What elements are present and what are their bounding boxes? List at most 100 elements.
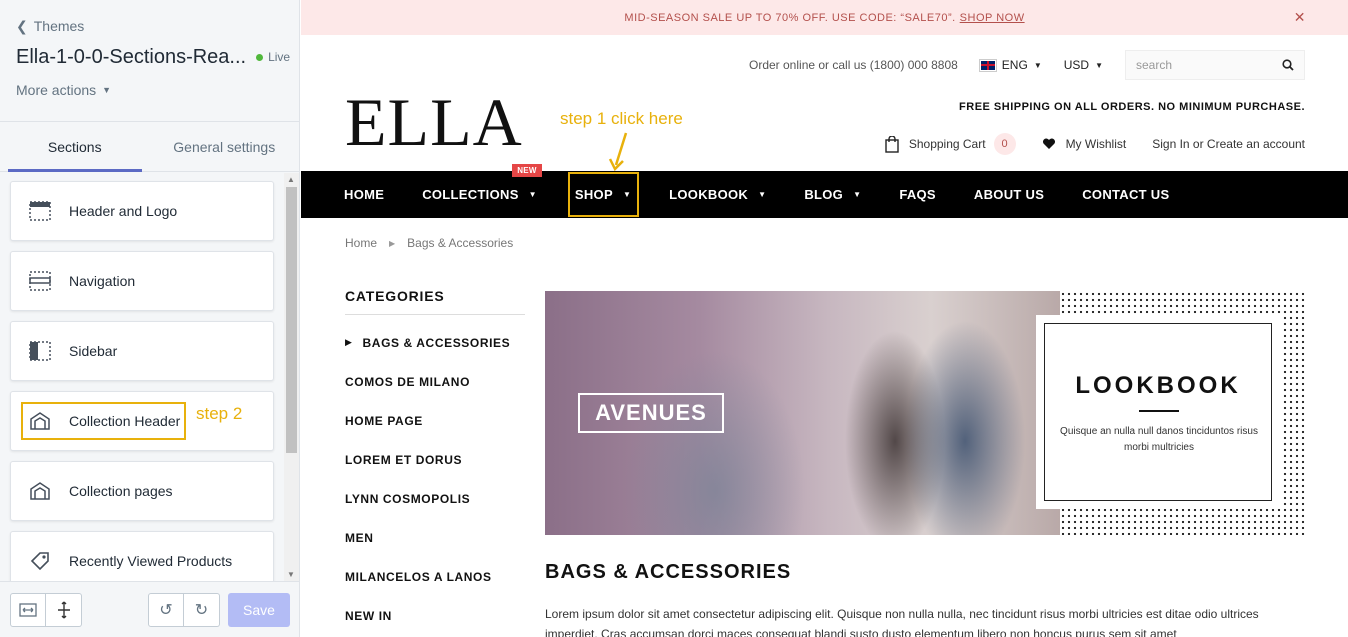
nav-label: LOOKBOOK — [669, 187, 749, 202]
live-label: Live — [268, 50, 291, 64]
nav-item-collections[interactable]: NEW COLLECTIONS ▼ — [422, 164, 542, 218]
section-item-label: Navigation — [69, 273, 136, 289]
caret-down-icon: ▼ — [758, 190, 767, 199]
live-badge: Live — [256, 50, 290, 64]
language-selector[interactable]: ENG ▼ — [978, 58, 1042, 72]
step1-arrow-icon — [608, 132, 628, 171]
header-icon — [29, 200, 51, 222]
back-to-themes-link[interactable]: ❮ Themes — [16, 16, 283, 36]
category-item[interactable]: ▶ BAGS & ACCESSORIES — [345, 336, 510, 375]
nav-item-home[interactable]: HOME — [344, 171, 384, 218]
live-dot-icon — [256, 53, 264, 61]
category-item[interactable]: HOME PAGE — [345, 414, 510, 453]
search-input[interactable]: search — [1125, 50, 1305, 80]
lookbook-title: LOOKBOOK — [1075, 372, 1241, 399]
more-actions-button[interactable]: More actions ▼ — [16, 82, 283, 98]
nav-item-faqs[interactable]: FAQS — [899, 171, 936, 218]
sidebar-header: ❮ Themes Ella-1-0-0-Sections-Rea... Live… — [0, 0, 299, 122]
step2-annotation: step 2 — [196, 404, 243, 423]
inspector-toggle-button[interactable] — [46, 592, 82, 627]
section-item-collection-pages[interactable]: Collection pages — [10, 461, 274, 521]
step1-annotation: step 1 click here — [560, 109, 683, 128]
navigation-icon — [29, 270, 51, 292]
search-placeholder: search — [1136, 58, 1173, 72]
scroll-down-icon[interactable]: ▼ — [287, 570, 295, 579]
nav-item-about-us[interactable]: ABOUT US — [974, 171, 1044, 218]
collection-description: Lorem ipsum dolor sit amet consectetur a… — [545, 607, 1259, 637]
scrollbar-thumb[interactable] — [286, 187, 297, 453]
shop-now-link[interactable]: SHOP NOW — [960, 12, 1025, 24]
account-row: Shopping Cart 0 My Wishlist Sign In or C… — [859, 133, 1305, 155]
wishlist-link[interactable]: My Wishlist — [1042, 137, 1127, 151]
sign-in-link[interactable]: Sign In or Create an account — [1152, 137, 1305, 151]
breadcrumb-home[interactable]: Home — [345, 236, 377, 250]
breadcrumb-current: Bags & Accessories — [407, 236, 514, 250]
banner-label: AVENUES — [578, 393, 724, 433]
category-item[interactable]: MILANCELOS A LANOS — [345, 570, 510, 609]
category-label: LOREM ET DORUS — [345, 453, 463, 467]
collection-title: BAGS & ACCESSORIES — [545, 561, 792, 583]
undo-button[interactable]: ↺ — [148, 592, 184, 627]
categories-list: ▶ BAGS & ACCESSORIES COMOS DE MILANO HOM… — [345, 336, 510, 637]
section-item-sidebar[interactable]: Sidebar — [10, 321, 274, 381]
tag-icon — [29, 550, 51, 572]
currency-selector[interactable]: USD ▼ — [1064, 58, 1103, 72]
full-width-toggle-button[interactable] — [10, 592, 46, 627]
section-item-header-and-logo[interactable]: Header and Logo — [10, 181, 274, 241]
category-label: NEW IN — [345, 609, 392, 623]
section-item-recently-viewed-products[interactable]: Recently Viewed Products — [10, 531, 274, 581]
tab-general-settings[interactable]: General settings — [150, 122, 300, 171]
tab-sections[interactable]: Sections — [0, 122, 150, 172]
nav-item-shop[interactable]: SHOP ▼ — [567, 171, 639, 218]
wishlist-label: My Wishlist — [1065, 137, 1127, 151]
nav-label: HOME — [344, 187, 385, 202]
category-item[interactable]: COMOS DE MILANO — [345, 375, 510, 414]
currency-label: USD — [1063, 58, 1090, 72]
lookbook-card: LOOKBOOK Quisque an nulla null danos tin… — [1036, 315, 1282, 509]
expand-horizontal-icon — [19, 602, 37, 617]
category-item[interactable]: MEN — [345, 531, 510, 570]
theme-name: Ella-1-0-0-Sections-Rea... — [16, 45, 247, 68]
section-item-label: Recently Viewed Products — [69, 553, 233, 569]
phone-text: Order online or call us (1800) 000 8808 — [749, 58, 958, 72]
shopping-cart-link[interactable]: Shopping Cart 0 — [885, 133, 1016, 155]
close-icon[interactable]: ✕ — [1294, 9, 1306, 26]
category-label: HOME PAGE — [345, 414, 423, 428]
collection-banner[interactable]: AVENUES LOOKBOOK Quisque an nulla null d… — [545, 291, 1305, 535]
header-top-bar: Order online or call us (1800) 000 8808 … — [749, 50, 1305, 80]
shopping-bag-icon — [885, 135, 899, 153]
caret-down-icon: ▼ — [102, 85, 112, 95]
language-label: ENG — [1001, 58, 1028, 72]
categories-divider — [345, 314, 525, 315]
lookbook-text: Quisque an nulla null danos tinciduntos … — [1060, 426, 1258, 453]
redo-button[interactable]: ↻ — [184, 592, 220, 627]
nav-label: COLLECTIONS — [422, 187, 519, 202]
section-item-navigation[interactable]: Navigation — [10, 251, 274, 311]
sidebar-tabs: Sections General settings — [0, 122, 299, 172]
category-label: BAGS & ACCESSORIES — [362, 336, 511, 350]
category-item[interactable]: NEW IN — [345, 609, 510, 637]
save-button[interactable]: Save — [228, 592, 290, 627]
theme-editor-sidebar: ❮ Themes Ella-1-0-0-Sections-Rea... Live… — [0, 0, 300, 637]
sections-scrollbar[interactable]: ▲ ▼ — [284, 173, 299, 581]
nav-item-lookbook[interactable]: LOOKBOOK ▼ — [669, 171, 766, 218]
cart-label: Shopping Cart — [908, 137, 986, 151]
step1-highlight-box — [567, 172, 639, 217]
category-item[interactable]: LYNN COSMOPOLIS — [345, 492, 510, 531]
nav-item-contact-us[interactable]: CONTACT US — [1082, 171, 1169, 218]
step2-highlight-box — [21, 402, 186, 440]
nav-label: CONTACT US — [1082, 187, 1170, 202]
redo-icon: ↻ — [194, 601, 209, 619]
search-icon[interactable] — [1282, 59, 1294, 71]
more-actions-label: More actions — [16, 82, 97, 98]
category-item[interactable]: LOREM ET DORUS — [345, 453, 510, 492]
collapse-vertical-icon — [57, 601, 70, 618]
nav-item-blog[interactable]: BLOG ▼ — [804, 171, 861, 218]
category-label: MILANCELOS A LANOS — [345, 570, 492, 584]
category-label: LYNN COSMOPOLIS — [345, 492, 471, 506]
store-preview: MID-SEASON SALE UP TO 70% OFF. USE CODE:… — [301, 0, 1348, 637]
sidebar-icon — [29, 340, 51, 362]
caret-down-icon: ▼ — [1095, 60, 1103, 70]
scroll-up-icon[interactable]: ▲ — [287, 175, 295, 184]
store-logo[interactable]: ELLA — [345, 88, 523, 156]
